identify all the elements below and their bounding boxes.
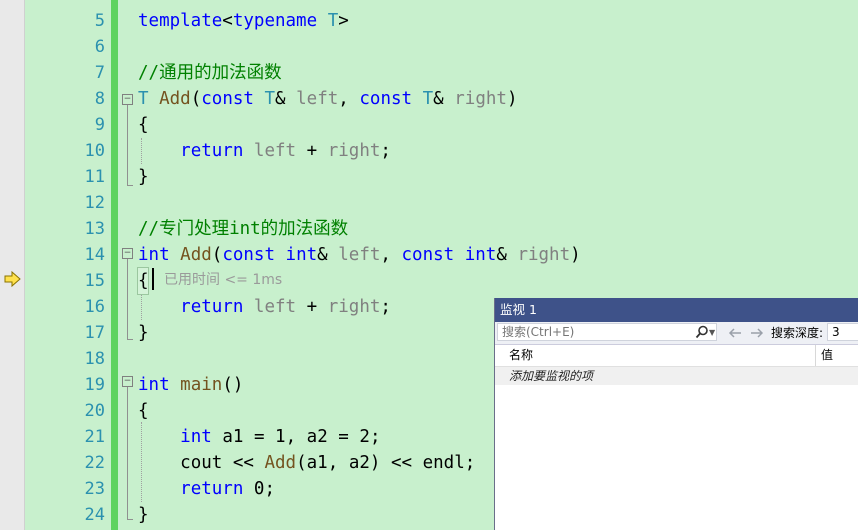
collapse-icon[interactable]: − xyxy=(122,376,133,387)
arrow-left-icon[interactable] xyxy=(727,325,743,341)
search-input[interactable] xyxy=(497,323,717,341)
code-line[interactable]: } xyxy=(138,164,149,190)
code-line[interactable]: return 0; xyxy=(138,476,275,502)
line-number: 5 xyxy=(94,11,105,31)
fold-line xyxy=(127,259,128,339)
line-number: 9 xyxy=(94,115,105,135)
code-line[interactable]: int Add(const int& left, const int& righ… xyxy=(138,242,581,268)
code-line[interactable]: } xyxy=(138,502,149,528)
fold-line xyxy=(127,105,128,185)
breakpoint-gutter[interactable] xyxy=(0,0,25,530)
code-line[interactable]: int main() xyxy=(138,372,243,398)
fold-end xyxy=(127,519,133,520)
code-line[interactable]: { xyxy=(138,398,149,424)
code-line[interactable]: T Add(const T& left, const T& right) xyxy=(138,86,517,112)
change-tracking-bar xyxy=(111,0,118,530)
line-number: 24 xyxy=(84,505,105,525)
code-line-current[interactable]: { xyxy=(137,267,149,295)
watch-window[interactable]: 监视 1 ▼ 搜索深度: 3 名称 值 添加要监视的项 xyxy=(494,298,858,530)
line-number: 11 xyxy=(84,167,105,187)
line-number: 23 xyxy=(84,479,105,499)
line-number: 7 xyxy=(94,63,105,83)
code-line[interactable]: } xyxy=(138,320,149,346)
line-number: 18 xyxy=(84,349,105,369)
line-number-margin: 5 6 7 8 9 10 11 12 13 14 15 16 17 18 19 … xyxy=(25,0,111,530)
fold-end xyxy=(127,185,133,186)
code-line[interactable]: return left + right; xyxy=(138,138,391,164)
column-name-header[interactable]: 名称 xyxy=(509,345,533,366)
watch-title[interactable]: 监视 1 xyxy=(495,298,858,322)
watch-toolbar: ▼ 搜索深度: 3 xyxy=(495,322,858,345)
line-number: 20 xyxy=(84,401,105,421)
line-number: 10 xyxy=(84,141,105,161)
line-number: 19 xyxy=(84,375,105,395)
current-statement-arrow-icon xyxy=(4,270,21,288)
search-icon[interactable] xyxy=(695,325,709,339)
line-number: 16 xyxy=(84,297,105,317)
code-line[interactable]: //通用的加法函数 xyxy=(138,60,282,86)
collapse-icon[interactable]: − xyxy=(122,94,133,105)
code-line[interactable]: return left + right; xyxy=(138,294,391,320)
line-number: 12 xyxy=(84,193,105,213)
line-number: 14 xyxy=(84,245,105,265)
line-number: 15 xyxy=(84,271,105,291)
search-depth-input[interactable]: 3 xyxy=(827,323,858,341)
line-number: 6 xyxy=(94,37,105,57)
code-line[interactable]: //专门处理int的加法函数 xyxy=(138,216,348,242)
fold-end xyxy=(127,339,133,340)
line-number: 22 xyxy=(84,453,105,473)
line-number: 13 xyxy=(84,219,105,239)
line-number: 8 xyxy=(94,89,105,109)
add-watch-item[interactable]: 添加要监视的项 xyxy=(495,367,858,385)
code-line[interactable]: cout << Add(a1, a2) << endl; xyxy=(138,450,475,476)
collapse-icon[interactable]: − xyxy=(122,248,133,259)
search-depth-label: 搜索深度: xyxy=(771,326,824,340)
line-number: 21 xyxy=(84,427,105,447)
code-line[interactable]: { xyxy=(138,112,149,138)
watch-column-header: 名称 值 xyxy=(495,345,858,367)
code-line[interactable]: template<typename T> xyxy=(138,8,349,34)
perf-tip[interactable]: 已用时间 <= 1ms xyxy=(164,267,282,293)
line-number: 17 xyxy=(84,323,105,343)
code-line[interactable]: int a1 = 1, a2 = 2; xyxy=(138,424,380,450)
fold-line xyxy=(127,387,128,519)
text-caret xyxy=(152,268,154,290)
arrow-right-icon[interactable] xyxy=(749,325,765,341)
column-separator[interactable] xyxy=(815,345,816,366)
chevron-down-icon[interactable]: ▼ xyxy=(709,322,715,344)
column-value-header[interactable]: 值 xyxy=(821,345,833,366)
